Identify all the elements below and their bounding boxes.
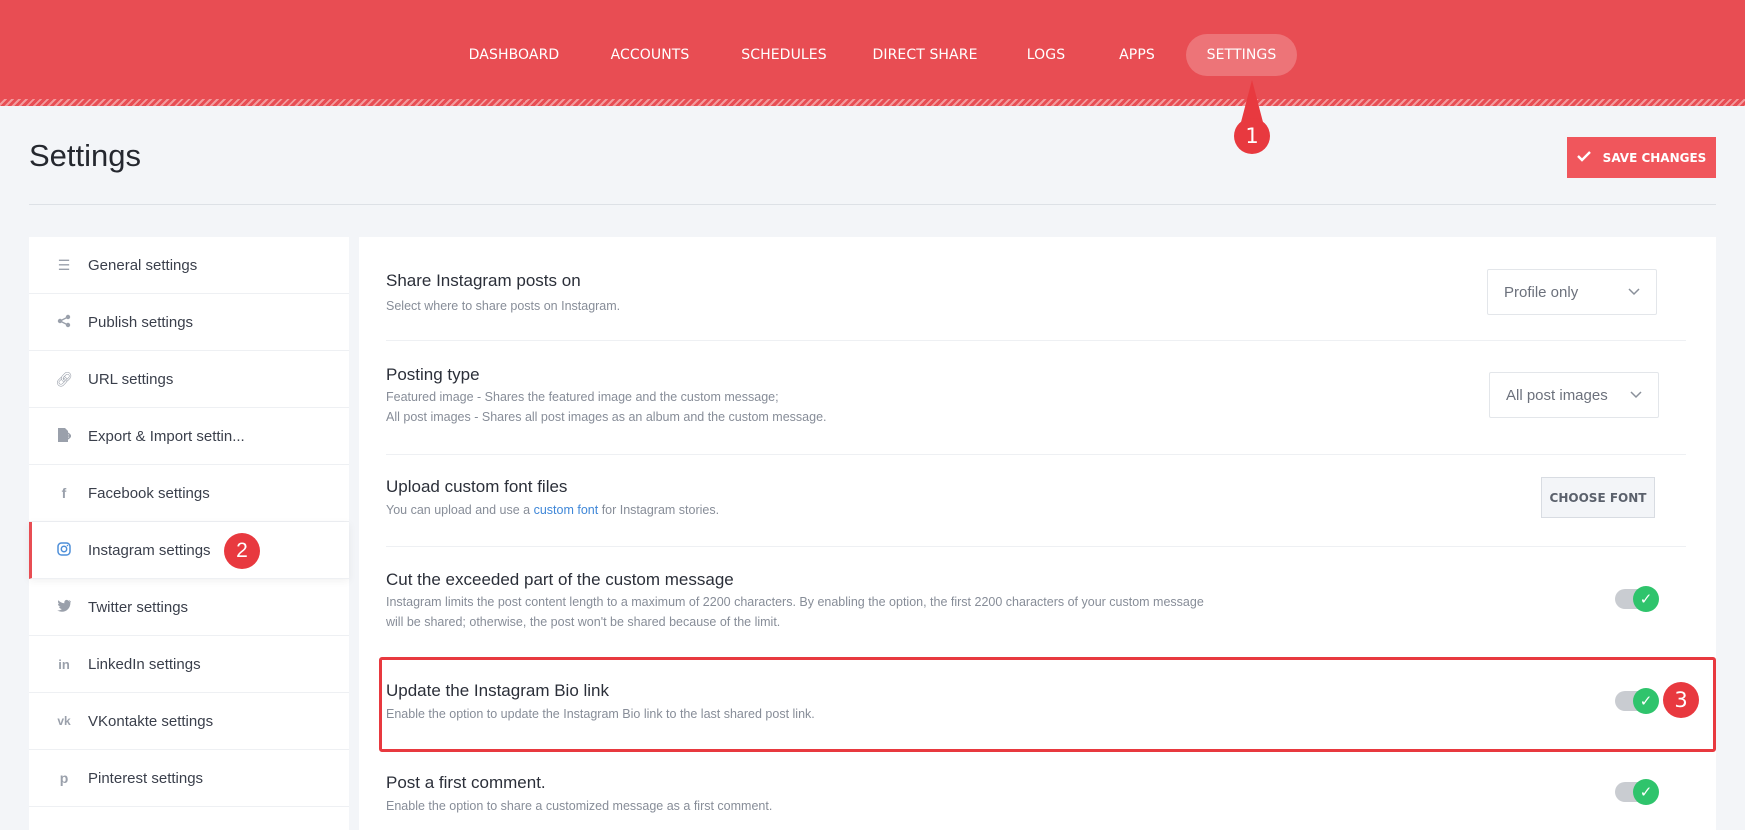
sliders-icon: ☰ <box>57 256 71 273</box>
chevron-down-icon <box>1630 388 1642 402</box>
sidebar-item-label: Instagram settings <box>88 541 211 559</box>
custom-font-link[interactable]: custom font <box>534 503 599 517</box>
header-divider <box>29 204 1716 205</box>
setting-desc: Instagram limits the post content length… <box>386 592 1686 632</box>
sidebar-item-label: Export & Import settin... <box>88 427 245 445</box>
share-icon <box>54 314 74 331</box>
setting-desc-line: will be shared; otherwise, the post won'… <box>386 615 781 629</box>
select-value: All post images <box>1506 386 1608 404</box>
sidebar-item-linkedin[interactable]: in LinkedIn settings <box>29 636 349 693</box>
sidebar-item-export-import[interactable]: Export & Import settin... <box>29 408 349 465</box>
first-comment-toggle[interactable]: ✓ <box>1615 779 1659 805</box>
sidebar-item-pinterest[interactable]: p Pinterest settings <box>29 750 349 807</box>
step-marker-3: 3 <box>1663 682 1699 718</box>
sidebar-item-label: Pinterest settings <box>88 769 204 787</box>
sidebar-item-label: Publish settings <box>88 313 194 331</box>
setting-title: Post a first comment. <box>386 773 546 792</box>
nav-logs[interactable]: LOGS <box>1016 34 1076 76</box>
link-icon: 🔗︎ <box>55 370 73 387</box>
linkedin-icon: in <box>58 656 70 672</box>
step-marker-1: 1 <box>1234 118 1270 154</box>
sidebar-item-label: LinkedIn settings <box>88 655 201 673</box>
choose-font-button[interactable]: CHOOSE FONT <box>1541 477 1655 518</box>
pinterest-icon: p <box>59 770 69 786</box>
setting-first-comment: Post a first comment. Enable the option … <box>386 773 1686 830</box>
save-changes-button[interactable]: SAVE CHANGES <box>1567 137 1716 178</box>
nav-apps[interactable]: APPS <box>1110 34 1164 76</box>
sidebar-item-facebook[interactable]: f Facebook settings <box>29 465 349 522</box>
sidebar-item-label: URL settings <box>88 370 174 388</box>
check-icon: ✓ <box>1633 779 1659 805</box>
sidebar-item-url[interactable]: 🔗︎ URL settings <box>29 351 349 408</box>
page-title: Settings <box>29 138 142 173</box>
setting-desc: Enable the option to share a customized … <box>386 799 773 813</box>
step-marker-2: 2 <box>224 533 260 569</box>
setting-desc-text: for Instagram stories. <box>598 503 720 517</box>
file-export-icon <box>54 427 74 446</box>
sidebar-item-general[interactable]: ☰ General settings <box>29 237 349 294</box>
select-value: Profile only <box>1504 283 1579 301</box>
twitter-icon <box>54 599 74 615</box>
posting-type-select[interactable]: All post images <box>1489 372 1659 418</box>
cut-message-toggle[interactable]: ✓ <box>1615 586 1659 612</box>
vk-icon: vk <box>57 714 71 728</box>
check-icon: ✓ <box>1633 586 1659 612</box>
setting-title: Upload custom font files <box>386 477 568 496</box>
settings-sidebar: ☰ General settings Publish settings 🔗︎ U… <box>29 237 349 830</box>
sidebar-item-publish[interactable]: Publish settings <box>29 294 349 351</box>
sidebar-item-label: Facebook settings <box>88 484 210 502</box>
check-icon <box>1576 150 1591 165</box>
setting-cut-message: Cut the exceeded part of the custom mess… <box>386 570 1686 660</box>
setting-desc-line: Instagram limits the post content length… <box>386 595 1204 609</box>
facebook-icon: f <box>61 485 67 501</box>
sidebar-item-label: VKontakte settings <box>88 712 214 730</box>
nav-accounts[interactable]: ACCOUNTS <box>598 34 702 76</box>
sidebar-item-instagram[interactable]: Instagram settings 2 <box>29 522 349 579</box>
instagram-icon <box>54 541 74 559</box>
sidebar-item-label: General settings <box>88 256 198 274</box>
top-nav-bar: DASHBOARD ACCOUNTS SCHEDULES DIRECT SHAR… <box>0 0 1745 106</box>
nav-settings[interactable]: SETTINGS <box>1186 34 1297 76</box>
nav-direct-share[interactable]: DIRECT SHARE <box>868 34 982 76</box>
share-on-select[interactable]: Profile only <box>1487 269 1657 315</box>
sidebar-item-label: Twitter settings <box>88 598 189 616</box>
setting-title: Cut the exceeded part of the custom mess… <box>386 570 734 589</box>
chevron-down-icon <box>1628 285 1640 299</box>
nav-dashboard[interactable]: DASHBOARD <box>458 34 570 76</box>
nav-schedules[interactable]: SCHEDULES <box>732 34 836 76</box>
highlight-box <box>379 657 1716 752</box>
setting-desc-text: You can upload and use a <box>386 503 534 517</box>
sidebar-item-twitter[interactable]: Twitter settings <box>29 579 349 636</box>
setting-desc: You can upload and use a custom font for… <box>386 500 1686 520</box>
save-changes-label: SAVE CHANGES <box>1602 150 1707 165</box>
sidebar-item-vkontakte[interactable]: vk VKontakte settings <box>29 693 349 750</box>
setting-custom-font: Upload custom font files You can upload … <box>386 477 1686 547</box>
